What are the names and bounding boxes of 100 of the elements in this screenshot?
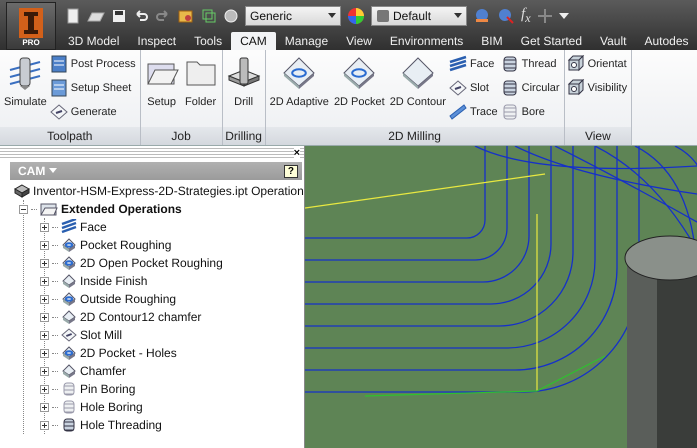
ribbon-button[interactable]: Post Process (50, 54, 136, 74)
block-icon (282, 56, 316, 90)
ribbon-button[interactable]: Visibility (566, 78, 628, 98)
close-button[interactable]: × (294, 147, 300, 159)
ribbon-tab[interactable]: 3D Model (59, 32, 128, 50)
caret-icon (454, 13, 462, 19)
appearance-icon (473, 7, 491, 25)
trace-icon (448, 103, 467, 121)
block-icon (61, 273, 77, 289)
ribbon-button[interactable]: Circular (500, 78, 560, 98)
ribbon-button[interactable]: 2D Adaptive (268, 54, 331, 127)
part-icon (14, 183, 30, 199)
expand-toggle[interactable] (40, 402, 49, 412)
ribbon-button[interactable]: Slot (448, 78, 498, 98)
tree-item[interactable]: Chamfer (80, 364, 126, 378)
ribbon-button[interactable]: Bore (500, 102, 560, 122)
panel-title: Toolpath (0, 127, 140, 145)
folder-icon (40, 201, 58, 217)
block-icon (61, 291, 77, 307)
parameters-button[interactable]: f$_{x}$ (521, 6, 531, 26)
expand-toggle[interactable] (40, 348, 49, 358)
customize-caret-icon (558, 12, 569, 20)
tree-item[interactable]: Outside Roughing (80, 292, 176, 306)
tree-item[interactable]: 2D Open Pocket Roughing (80, 256, 223, 270)
expand-toggle[interactable] (40, 258, 49, 268)
tree-item[interactable]: Pin Boring (80, 382, 136, 396)
inventor-logo-icon (18, 8, 44, 38)
tree-item[interactable]: Face (80, 220, 107, 234)
plus-icon (536, 8, 553, 24)
color-wheel-icon (347, 7, 365, 25)
panel-title: Drilling (222, 127, 265, 145)
project-icon (177, 8, 195, 24)
stripes-icon (448, 55, 467, 73)
block-icon (61, 255, 77, 271)
tree-item[interactable]: Hole Boring (80, 400, 143, 414)
help-button[interactable]: ? (284, 164, 298, 178)
ribbon-tab[interactable]: BIM (472, 32, 512, 50)
tree-item[interactable]: Pocket Roughing (80, 238, 172, 252)
slot-icon (50, 103, 68, 121)
ribbon-button[interactable]: Thread (500, 54, 560, 74)
tree-item[interactable]: Inventor-HSM-Express-2D-Strategies.ipt Operation (33, 184, 304, 198)
material-dropdown[interactable]: Generic (245, 6, 341, 26)
expand-toggle[interactable] (40, 222, 49, 232)
expand-toggle[interactable] (40, 366, 49, 376)
ribbon-tab[interactable]: Tools (185, 32, 232, 50)
end-mill-icon (8, 56, 42, 90)
ribbon-tab[interactable]: View (337, 32, 381, 50)
ribbon-button[interactable]: 2D Pocket (332, 54, 387, 127)
ribbon-tab[interactable]: Inspect (128, 32, 186, 50)
block-icon (61, 345, 77, 361)
new-document-icon (65, 8, 81, 24)
expand-toggle[interactable] (19, 204, 28, 214)
tree-item[interactable]: 2D Contour12 chamfer (80, 310, 202, 324)
expand-toggle[interactable] (40, 420, 49, 430)
caret-icon (328, 13, 336, 19)
expand-toggle[interactable] (40, 384, 49, 394)
ribbon-button[interactable]: Generate (50, 102, 136, 122)
application-menu-button[interactable]: PRO (6, 2, 56, 50)
ribbon-tab[interactable]: Vault (591, 32, 636, 50)
ribbon-button[interactable]: Simulate (2, 54, 49, 127)
block-icon (400, 56, 435, 90)
tree-item[interactable]: Extended Operations (61, 202, 182, 216)
3d-viewport[interactable] (305, 146, 697, 448)
ribbon-button[interactable]: Setup Sheet (50, 78, 136, 98)
tree-item[interactable]: Hole Threading (80, 418, 162, 432)
ribbon-tab[interactable]: Manage (276, 32, 338, 50)
ribbon-button[interactable]: Orientat (566, 54, 628, 74)
tree-item[interactable]: Slot Mill (80, 328, 122, 342)
ribbon-tab[interactable]: CAM (231, 32, 276, 50)
expand-toggle[interactable] (40, 312, 49, 322)
block-icon (342, 56, 376, 90)
panel-title: 2D Milling (266, 127, 564, 145)
ribbon-tab[interactable]: Environments (380, 32, 472, 50)
expand-toggle[interactable] (40, 240, 49, 250)
expand-toggle[interactable] (40, 294, 49, 304)
clear-appearance-icon (497, 7, 515, 25)
cube-icon (566, 55, 585, 73)
block-icon (61, 309, 77, 325)
ribbon-tab[interactable]: Get Started (512, 32, 592, 50)
appearance-dropdown[interactable]: Default (371, 6, 467, 26)
ribbon-button[interactable]: Face (448, 54, 498, 74)
block-icon (61, 237, 77, 253)
expand-toggle[interactable] (40, 276, 49, 286)
ribbon-button[interactable]: Folder (182, 54, 220, 127)
tree-item[interactable]: Inside Finish (80, 274, 148, 288)
stacked-discs-icon (61, 417, 77, 433)
ribbon-button[interactable]: Drill (224, 54, 263, 127)
panel-title: Job (140, 127, 222, 145)
ribbon-button[interactable]: 2D Contour (388, 54, 448, 127)
tree-item[interactable]: 2D Pocket - Holes (80, 346, 177, 360)
stripes-icon (61, 219, 77, 235)
ribbon-tab[interactable]: Autodes (635, 32, 697, 50)
block-icon (61, 363, 77, 379)
sheet-icon (50, 79, 68, 97)
ribbon-button[interactable]: Trace (448, 102, 498, 122)
document-icon (50, 55, 68, 73)
ribbon-button[interactable]: Setup (142, 54, 181, 127)
expand-toggle[interactable] (40, 330, 49, 340)
save-icon (111, 8, 127, 24)
slot-icon (448, 79, 467, 97)
